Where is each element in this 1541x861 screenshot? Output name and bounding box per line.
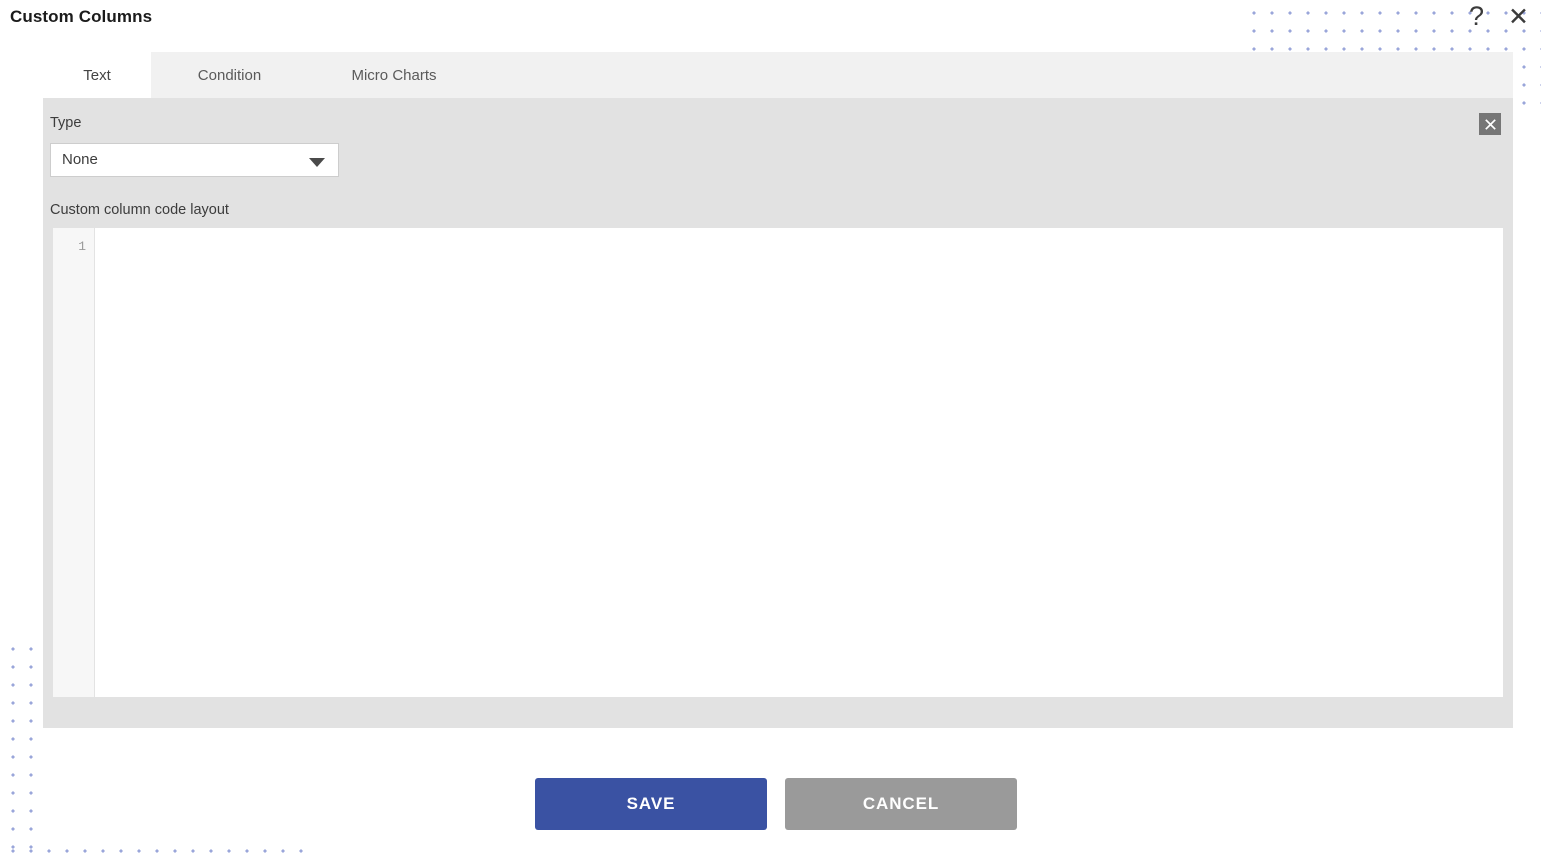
tab-condition[interactable]: Condition bbox=[151, 52, 308, 98]
tab-condition-label: Condition bbox=[197, 66, 262, 84]
tab-micro-charts-label: Micro Charts bbox=[351, 66, 437, 84]
close-x-icon bbox=[1484, 118, 1496, 130]
code-editor-textarea[interactable] bbox=[95, 228, 1503, 697]
help-icon[interactable]: ? bbox=[1469, 3, 1484, 30]
code-editor[interactable]: 1 bbox=[53, 228, 1503, 697]
tab-bar: Text Condition Micro Charts bbox=[43, 52, 1513, 98]
code-layout-field-label: Custom column code layout bbox=[50, 202, 229, 218]
remove-custom-column-button[interactable] bbox=[1479, 113, 1501, 135]
type-select-value: None bbox=[62, 151, 98, 168]
chevron-down-icon bbox=[309, 158, 325, 167]
text-tab-panel: Type None Custom column code layout 1 bbox=[43, 98, 1513, 728]
decorative-dot-pattern-bottom bbox=[0, 838, 310, 861]
type-field-label: Type bbox=[50, 115, 82, 131]
dialog-footer: SAVE CANCEL bbox=[0, 778, 1541, 838]
tab-micro-charts[interactable]: Micro Charts bbox=[308, 52, 480, 98]
save-button[interactable]: SAVE bbox=[535, 778, 767, 830]
close-icon[interactable]: ✕ bbox=[1508, 5, 1529, 30]
type-select[interactable]: None bbox=[50, 143, 339, 177]
code-editor-gutter: 1 bbox=[53, 228, 95, 697]
cancel-button[interactable]: CANCEL bbox=[785, 778, 1017, 830]
line-number: 1 bbox=[78, 239, 86, 254]
page-title: Custom Columns bbox=[10, 7, 153, 26]
tab-text[interactable]: Text bbox=[43, 52, 151, 98]
tab-text-label: Text bbox=[83, 66, 111, 84]
